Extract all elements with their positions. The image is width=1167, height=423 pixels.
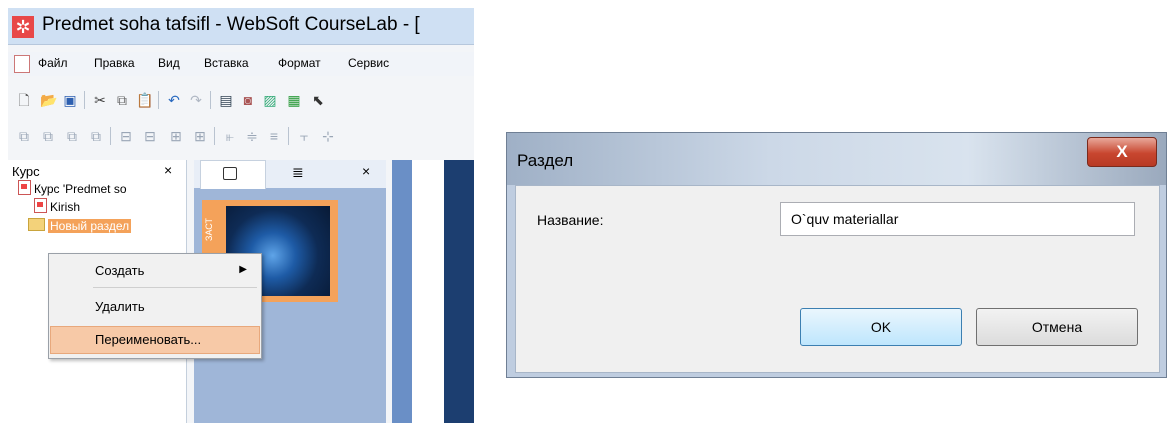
bring-forward-icon[interactable]: ⧉ [64,128,80,144]
distribute-h-icon[interactable]: ⫦ [222,128,238,144]
menu-item-create[interactable]: Создать ▶ [51,258,259,284]
name-label: Название: [537,212,604,228]
new-icon[interactable]: 🗋 [16,92,32,108]
menu-item-label: Создать [95,263,145,278]
tree-item-course-root[interactable]: Курс 'Predmet so [18,180,127,196]
menu-item-rename[interactable]: Переименовать... [50,326,260,354]
tab-thumbnails[interactable] [200,160,266,189]
toolbar-separator [210,91,211,109]
paste-icon[interactable]: 📋 [136,92,153,108]
menu-format[interactable]: Формат [278,56,321,70]
window-title: Predmet soha tafsifl - WebSoft CourseLab… [42,14,420,35]
menu-service[interactable]: Сервис [348,56,389,70]
menu-view[interactable]: Вид [158,56,180,70]
tree-item-kirish[interactable]: Kirish [34,198,80,214]
send-backward-icon[interactable]: ⧉ [88,128,104,144]
text-box-icon[interactable]: ▤ [218,92,234,108]
copy-icon[interactable]: ⧉ [114,92,130,108]
close-icon[interactable]: X [1087,137,1157,167]
page-icon [34,198,47,213]
dialog-title: Раздел [517,151,574,170]
bring-front-icon[interactable]: ⧉ [16,128,32,144]
align-bottom-icon[interactable]: ⫟ [296,128,312,144]
menu-edit[interactable]: Правка [94,56,135,70]
slides-pane-close-button[interactable]: × [362,163,370,179]
toolbar-separator [288,127,289,145]
menu-item-delete[interactable]: Удалить [51,294,259,320]
pointer-icon[interactable]: ⬉ [310,92,326,108]
editor-canvas-edge [392,160,474,423]
menu-insert[interactable]: Вставка [204,56,249,70]
toolbar-separator [214,127,215,145]
ok-button[interactable]: OK [800,308,962,346]
course-pane-close-button[interactable]: × [164,162,172,178]
distribute-v-icon[interactable]: ≑ [244,128,260,144]
save-icon[interactable]: ▣ [62,92,78,108]
toolbar-separator [84,91,85,109]
align-center-icon[interactable]: ⊟ [142,128,158,144]
cut-icon[interactable]: ✂ [92,92,108,108]
document-menu-icon[interactable] [14,55,30,73]
tree-item-new-section[interactable]: Новый раздел [28,218,132,233]
menu-bar: Файл Правка Вид Вставка Формат Сервис [8,52,474,76]
open-icon[interactable]: 📂 [40,92,57,108]
chart-icon[interactable]: ▦ [286,92,302,108]
list-view-icon[interactable]: ≣ [292,164,304,181]
menu-file[interactable]: Файл [38,56,68,70]
app-window: ✲ Predmet soha tafsifl - WebSoft CourseL… [8,8,474,423]
align-top-icon[interactable]: ≡ [266,128,282,144]
context-menu: Создать ▶ Удалить Переименовать... [48,253,262,359]
align-middle-icon[interactable]: ⊞ [168,128,184,144]
folder-icon [28,218,45,231]
slide-tag: ЗАСТ [204,218,214,241]
redo-icon[interactable]: ↷ [188,92,204,108]
standard-toolbar: 🗋 📂 ▣ ✂ ⧉ 📋 ↶ ↷ ▤ ◙ ▨ ▦ ⬉ [8,88,474,114]
menu-item-label: Удалить [95,299,145,314]
thumbnail-view-icon [223,167,237,180]
title-bar: ✲ Predmet soha tafsifl - WebSoft CourseL… [8,8,474,45]
course-icon [18,180,31,195]
menu-item-label: Переименовать... [95,332,202,347]
tree-item-label: Курс 'Predmet so [34,182,127,196]
group-icon[interactable]: ⊹ [320,128,336,144]
cancel-button[interactable]: Отмена [976,308,1138,346]
align-left-icon[interactable]: ⊟ [118,128,134,144]
slides-pane-tabs: ≣ × [194,160,386,189]
send-back-icon[interactable]: ⧉ [40,128,56,144]
toolbar-separator [158,91,159,109]
picture-icon[interactable]: ▨ [262,92,278,108]
image-icon[interactable]: ◙ [240,92,256,108]
undo-icon[interactable]: ↶ [166,92,182,108]
toolbar-separator [110,127,111,145]
name-input[interactable] [780,202,1135,236]
course-pane-title: Курс [12,164,40,179]
menu-separator [93,287,257,288]
dialog-title-bar[interactable]: Раздел X [507,133,1166,185]
coursea-app-icon: ✲ [12,16,34,38]
tree-item-label: Новый раздел [48,219,132,233]
submenu-arrow-icon: ▶ [239,264,247,275]
dialog-body: Название: OK Отмена [515,185,1160,373]
arrange-toolbar: ⧉ ⧉ ⧉ ⧉ ⊟ ⊟ ⊞ ⊞ ⫦ ≑ ≡ ⫟ ⊹ [8,124,474,150]
section-dialog: Раздел X Название: OK Отмена [506,132,1167,378]
align-right-icon[interactable]: ⊞ [192,128,208,144]
tree-item-label: Kirish [50,200,81,214]
